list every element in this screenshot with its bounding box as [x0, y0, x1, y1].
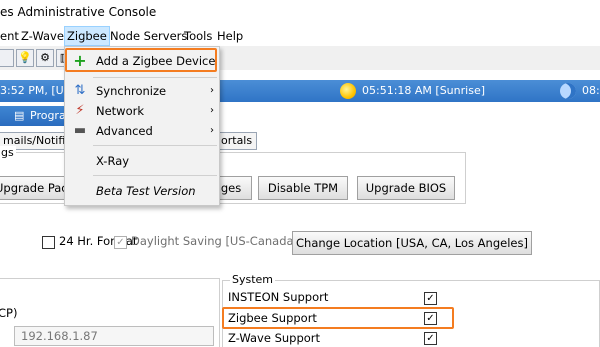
menu-separator	[93, 77, 217, 78]
lightbulb-icon[interactable]: 💡	[16, 49, 34, 67]
sunset-time: 08:	[582, 84, 600, 97]
tab-portals[interactable]: ortals	[216, 132, 258, 150]
network-icon: ⚡	[75, 103, 85, 118]
advanced-icon: ▬	[73, 123, 87, 138]
add-device-highlight	[65, 48, 217, 72]
24hr-format-checkbox[interactable]	[42, 236, 55, 249]
dhcp-label: CP)	[0, 306, 18, 320]
submenu-arrow-icon: ›	[210, 85, 214, 96]
sunrise-time: 05:51:18 AM [Sunrise]	[362, 84, 485, 97]
menu-item-node-servers[interactable]: Node Servers	[108, 26, 189, 46]
disable-tpm-button[interactable]: Disable TPM	[258, 176, 348, 200]
current-time: 3:52 PM, [U	[0, 84, 64, 97]
menu-separator	[93, 175, 217, 176]
upgrade-bios-button[interactable]: Upgrade BIOS	[357, 176, 455, 200]
upgrade-group-label: gs	[0, 146, 16, 159]
system-group-label: System	[230, 273, 276, 286]
menu-bar: ent Z-Wave Zigbee Node Servers Tools Hel…	[0, 26, 600, 46]
submenu-arrow-icon: ›	[210, 105, 214, 116]
menu-xray[interactable]: X-Ray	[66, 151, 218, 171]
synchronize-label: Synchronize	[96, 84, 167, 98]
daylight-saving-checkbox[interactable]: ✓	[114, 236, 127, 249]
advanced-label: Advanced	[96, 124, 153, 138]
menu-item-zigbee[interactable]: Zigbee	[64, 26, 110, 46]
zwave-support-label: Z-Wave Support	[228, 331, 321, 345]
network-label: Network	[96, 104, 145, 118]
menu-advanced[interactable]: ▬ Advanced ›	[66, 121, 218, 141]
menu-synchronize[interactable]: ⇅ Synchronize ›	[66, 81, 218, 101]
toolbar-button-partial[interactable]	[0, 49, 14, 67]
menu-network[interactable]: ⚡ Network ›	[66, 101, 218, 121]
beta-test-version-label: Beta Test Version	[96, 184, 196, 198]
insteon-support-checkbox[interactable]: ✓	[424, 292, 437, 305]
moon-icon	[560, 83, 576, 99]
sync-icon: ⇅	[74, 83, 86, 98]
zwave-support-checkbox[interactable]: ✓	[424, 332, 437, 345]
ip-address-field[interactable]: 192.168.1.87	[14, 326, 214, 346]
daylight-saving-label: Daylight Saving [US-Canada]	[131, 234, 299, 248]
zigbee-support-highlight	[222, 307, 454, 329]
menu-item-tools[interactable]: Tools	[182, 26, 214, 46]
menu-separator	[93, 145, 217, 146]
menu-item-help[interactable]: Help	[215, 26, 245, 46]
submenu-arrow-icon: ›	[210, 125, 214, 136]
xray-label: X-Ray	[96, 154, 130, 168]
menu-item-zwave[interactable]: Z-Wave	[19, 26, 66, 46]
change-location-button[interactable]: Change Location [USA, CA, Los Angeles]	[292, 231, 532, 255]
window-title: es Administrative Console	[0, 0, 600, 24]
insteon-support-label: INSTEON Support	[228, 290, 329, 304]
tools-icon[interactable]: ⚙	[36, 49, 54, 67]
upgrade-packages-button[interactable]: Upgrade Pack	[0, 176, 74, 200]
menu-item-ent[interactable]: ent	[0, 26, 21, 46]
menu-beta-test-version[interactable]: Beta Test Version	[66, 181, 218, 201]
sun-icon	[340, 83, 356, 99]
program-icon: ▤	[14, 109, 25, 122]
